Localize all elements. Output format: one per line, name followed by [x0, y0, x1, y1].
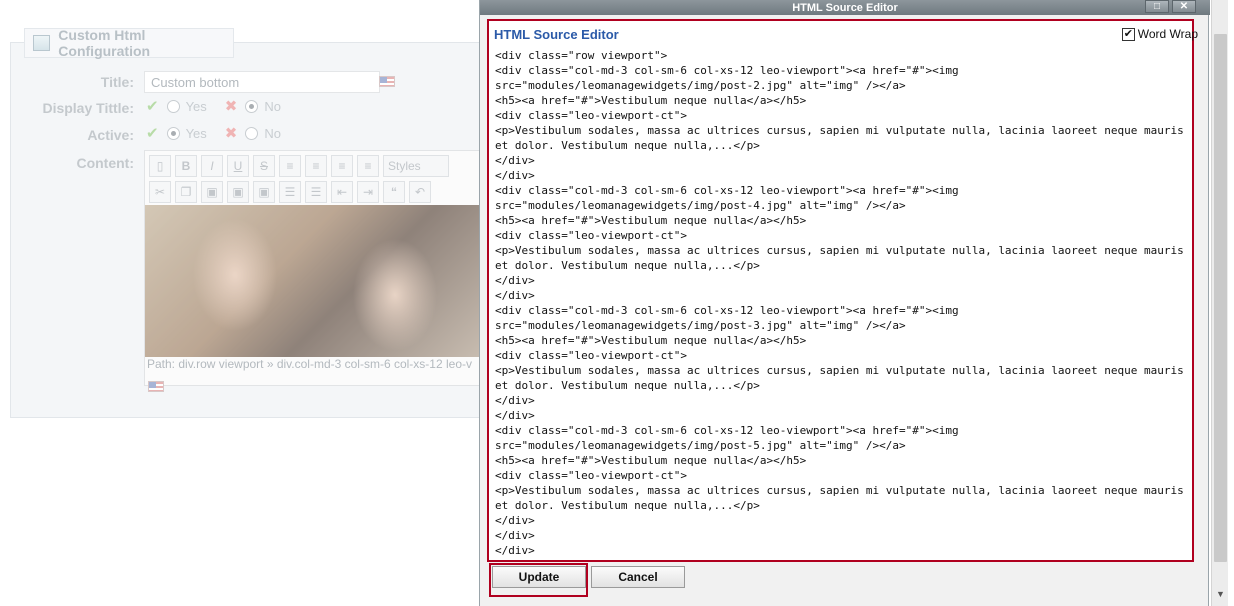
dialog-titlebar[interactable]: HTML Source Editor [480, 0, 1210, 15]
paste-text-icon[interactable]: ▣ [227, 181, 249, 203]
word-wrap-checkbox[interactable]: ✔ [1122, 27, 1135, 41]
dialog-window-title: HTML Source Editor [792, 1, 898, 14]
display-title-options: ✔ Yes ✖ No [146, 97, 281, 115]
content-image [145, 205, 481, 357]
active-options: ✔ Yes ✖ No [146, 124, 281, 142]
active-yes-radio[interactable] [166, 126, 180, 140]
no-label: No [264, 125, 281, 141]
undo-icon[interactable]: ↶ [409, 181, 431, 203]
blockquote-icon[interactable]: “ [383, 181, 405, 203]
update-button[interactable]: Update [492, 566, 586, 588]
page-scrollbar[interactable]: ▲ ▼ [1211, 0, 1228, 606]
config-panel-header: Custom Html Configuration [24, 27, 234, 59]
source-editor-heading: HTML Source Editor [494, 27, 619, 42]
bold-icon[interactable]: B [175, 155, 197, 177]
source-editor-frame: HTML Source Editor ✔ Word Wrap <div clas… [487, 19, 1198, 562]
scrollbar-thumb[interactable] [1214, 34, 1227, 562]
display-title-label: Display Tittle: [42, 100, 134, 116]
scroll-down-icon[interactable]: ▼ [1212, 586, 1229, 602]
config-panel-title: Custom Html Configuration [58, 27, 151, 59]
yes-label: Yes [185, 125, 207, 141]
outdent-icon[interactable]: ⇤ [331, 181, 353, 203]
title-input[interactable]: Custom bottom [144, 71, 380, 93]
paste-icon[interactable]: ▣ [201, 181, 223, 203]
underline-icon[interactable]: U [227, 155, 249, 177]
rich-text-editor: ▯ B I U S ≡ ≡ ≡ ≡ Styles ✂ ❐ ▣ ▣ ▣ ☰ ☰ ⇤… [144, 150, 481, 386]
html-source-textarea[interactable]: <div class="row viewport"> <div class="c… [495, 48, 1189, 558]
align-right-icon[interactable]: ≡ [331, 155, 353, 177]
editor-path-bar: Path: div.row viewport » div.col-md-3 co… [147, 357, 472, 371]
strikethrough-icon[interactable]: S [253, 155, 275, 177]
word-wrap-option[interactable]: ✔ Word Wrap [1122, 27, 1198, 41]
word-wrap-label: Word Wrap [1137, 27, 1198, 41]
maximize-icon[interactable]: □ [1145, 0, 1169, 13]
cross-icon: ✖ [224, 125, 238, 142]
html-source-editor-dialog: HTML Source Editor □ ✕ HTML Source Edito… [479, 0, 1210, 606]
copy-icon[interactable]: ❐ [175, 181, 197, 203]
screen: Custom Html Configuration Title: Custom … [0, 0, 1234, 606]
italic-icon[interactable]: I [201, 155, 223, 177]
title-label: Title: [100, 74, 134, 90]
no-label: No [264, 98, 281, 114]
paste-word-icon[interactable]: ▣ [253, 181, 275, 203]
indent-icon[interactable]: ⇥ [357, 181, 379, 203]
active-no-radio[interactable] [245, 126, 259, 140]
check-icon: ✔ [146, 125, 159, 142]
align-left-icon[interactable]: ≡ [279, 155, 301, 177]
cross-icon: ✖ [224, 98, 238, 115]
editor-toolbar-row-2: ✂ ❐ ▣ ▣ ▣ ☰ ☰ ⇤ ⇥ “ ↶ [149, 181, 431, 203]
display-title-no-radio[interactable] [245, 99, 259, 113]
close-icon[interactable]: ✕ [1172, 0, 1196, 13]
check-icon: ✔ [146, 98, 159, 115]
config-icon [33, 35, 51, 51]
justify-icon[interactable]: ≡ [357, 155, 379, 177]
align-center-icon[interactable]: ≡ [305, 155, 327, 177]
editor-toolbar-row-1: ▯ B I U S ≡ ≡ ≡ ≡ Styles [149, 155, 449, 177]
cut-icon[interactable]: ✂ [149, 181, 171, 203]
cancel-button[interactable]: Cancel [591, 566, 685, 588]
display-title-yes-radio[interactable] [166, 99, 180, 113]
yes-label: Yes [185, 98, 207, 114]
us-flag-icon[interactable] [148, 381, 164, 392]
numbered-list-icon[interactable]: ☰ [305, 181, 327, 203]
us-flag-icon[interactable] [379, 76, 395, 87]
active-label: Active: [87, 127, 134, 143]
new-document-icon[interactable]: ▯ [149, 155, 171, 177]
bullet-list-icon[interactable]: ☰ [279, 181, 301, 203]
styles-dropdown[interactable]: Styles [383, 155, 449, 177]
content-label: Content: [76, 155, 134, 171]
